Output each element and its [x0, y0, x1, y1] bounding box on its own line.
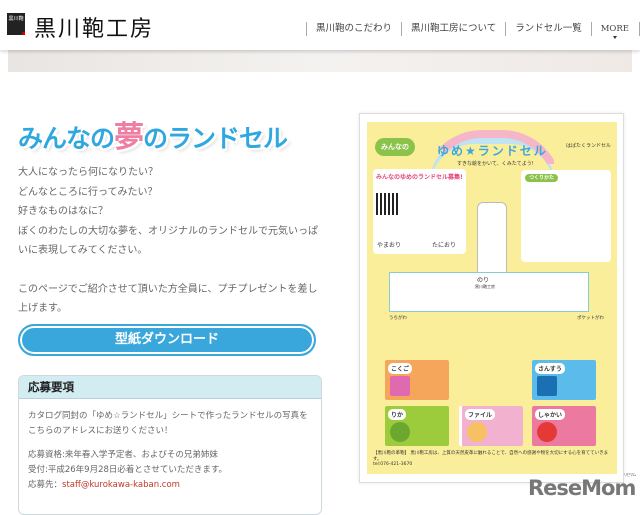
- present-text: このページでご紹介させて頂いた方全員に、プチプレゼントを差し上げます。: [18, 283, 318, 315]
- intro-line: 好きなものはなに？: [18, 206, 108, 217]
- nav-more[interactable]: MORE: [590, 22, 640, 39]
- uchigawa-label: うちがわ: [389, 316, 407, 321]
- logo-mark-text: 黒川鞄: [8, 16, 24, 22]
- poster-howto: つくりかた: [521, 170, 611, 262]
- nav-randoseru-list[interactable]: ランドセル一覧: [505, 22, 591, 36]
- subject-label: ファイル: [465, 409, 496, 420]
- watermark-text: ReseMom: [528, 476, 636, 500]
- guidelines-body: カタログ同封の「ゆめ☆ランドセル」シートで作ったランドセルの写真をこちらのアドレ…: [28, 411, 308, 436]
- resemom-watermark: リセマム ReseMom: [528, 472, 636, 500]
- site-header: 黒川鞄 黒川鞄工房 黒川鞄のこだわり 黒川鞄工房について ランドセル一覧 MOR…: [0, 0, 640, 50]
- subject-label: りか: [388, 409, 407, 420]
- subject-shakai: しゃかい: [532, 406, 596, 446]
- page-title: みんなの夢のランドセル: [18, 112, 288, 156]
- download-template-button[interactable]: 型紙ダウンロード: [18, 324, 316, 356]
- intro-line: どんなところに行ってみたい？: [18, 186, 158, 198]
- poster-brand: はばたくランドセル: [565, 143, 611, 149]
- maker-label: 黒川鞄工房: [475, 284, 495, 289]
- poster-minna: みんなの: [375, 138, 415, 156]
- subject-rika: りか: [385, 406, 449, 446]
- poster-footer: 【黒川鞄の革鞄】 黒川鞄工房は、上質の天然皮革に触れることで、自然への感謝や物を…: [373, 450, 613, 467]
- intro-line: ぼくのわたしの大切な夢を、オリジナルのランドセルで元気いっぱいに表現してみてくだ…: [18, 225, 318, 257]
- pocket-label: ポケットがわ: [577, 316, 604, 321]
- nav-about[interactable]: 黒川鞄工房について: [400, 22, 505, 36]
- lid-flap: [477, 202, 507, 282]
- nav-kodawari[interactable]: 黒川鞄のこだわり: [305, 22, 401, 36]
- banner-strip: [8, 50, 632, 72]
- subject-label: さんすう: [535, 363, 565, 374]
- subject-kokugo: こくご: [385, 360, 449, 400]
- intro-line: 大人になったら何になりたい？: [18, 167, 158, 178]
- qr-code-icon: [376, 193, 398, 215]
- title-post: のランドセル: [143, 124, 288, 153]
- subject-label: しゃかい: [535, 409, 566, 420]
- poster-info-title: みんなのゆめのランドセル募集!: [376, 174, 463, 181]
- deadline: 受付:平成26年9月28日必着とさせていただきます。: [28, 465, 228, 475]
- poster-tel: tel:076-421-3670: [373, 462, 413, 467]
- taniori-label: たにおり: [432, 242, 457, 249]
- poster-subtitle: すきな絵をかいて、くみたてよう!: [457, 161, 534, 167]
- subject-sansu: さんすう: [532, 360, 596, 400]
- intro-text: 大人になったら何になりたい？ どんなところに行ってみたい？ 好きなものはなに？ …: [18, 163, 323, 319]
- nori-label: のり: [477, 277, 490, 284]
- poster-footer-text: 【黒川鞄の革鞄】 黒川鞄工房は、上質の天然皮革に触れることで、自然への感謝や物を…: [373, 451, 609, 462]
- site-logo[interactable]: 黒川鞄工房: [34, 11, 154, 43]
- entry-guidelines: 応募要項 カタログ同封の「ゆめ☆ランドセル」シートで作ったランドセルの写真をこち…: [18, 375, 322, 515]
- email-link[interactable]: staff@kurokawa-kaban.com: [62, 480, 180, 490]
- title-pre: みんなの: [18, 124, 115, 153]
- poster-image[interactable]: みんなの ゆめ★ランドセル すきな絵をかいて、くみたてよう! はばたくランドセル…: [367, 122, 617, 474]
- yamaori-label: やまおり: [377, 242, 402, 249]
- eligibility: 応募資格:来年春入学予定者、およびその兄弟姉妹: [28, 450, 218, 460]
- poster-title: ゆめ★ランドセル: [437, 144, 548, 158]
- logo-icon[interactable]: 黒川鞄: [7, 13, 25, 35]
- main-nav: 黒川鞄のこだわり 黒川鞄工房について ランドセル一覧 MORE: [305, 22, 640, 39]
- subject-file: ファイル: [459, 406, 523, 446]
- guidelines-heading: 応募要項: [19, 376, 321, 399]
- howto-title: つくりかた: [525, 174, 559, 182]
- title-yume: 夢: [114, 120, 144, 155]
- watermark-ruby: リセマム: [623, 472, 636, 477]
- subject-label: こくご: [388, 363, 413, 374]
- address-label: 応募先：: [28, 480, 63, 490]
